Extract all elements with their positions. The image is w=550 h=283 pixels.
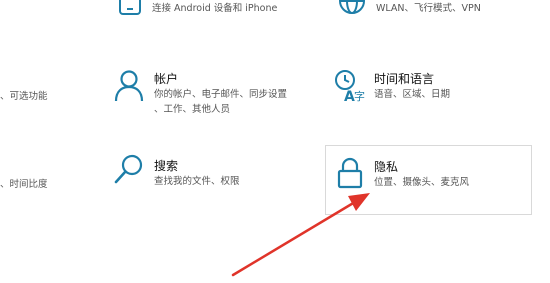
search-title: 搜索 (154, 159, 179, 173)
network-desc: WLAN、飞行模式、VPN (376, 3, 481, 14)
tile-privacy[interactable]: 隐私 位置、摄像头、麦克风 (325, 145, 532, 215)
accounts-desc-line2: 、工作、其他人员 (154, 104, 231, 115)
annotation-arrow (231, 193, 370, 277)
person-icon (112, 68, 146, 102)
search-icon (112, 152, 146, 186)
svg-text:字: 字 (354, 89, 365, 102)
phone-desc: 连接 Android 设备和 iPhone (152, 3, 278, 14)
globe-icon (336, 0, 368, 18)
tile-phone[interactable]: 连接 Android 设备和 iPhone (110, 0, 310, 40)
time-language-icon: A 字 (332, 68, 366, 102)
tile-search[interactable]: 搜索 查找我的文件、权限 (108, 148, 318, 198)
accounts-desc-line1: 你的帐户、电子邮件、同步设置 (154, 89, 288, 100)
search-desc: 查找我的文件、权限 (154, 176, 240, 187)
tile-accounts[interactable]: 帐户 你的帐户、电子邮件、同步设置 、工作、其他人员 (108, 62, 318, 122)
tile-time-language[interactable]: A 字 时间和语言 语音、区域、日期 (328, 62, 528, 112)
accounts-title: 帐户 (154, 72, 179, 86)
phone-icon (116, 0, 144, 16)
lock-icon (336, 156, 364, 190)
time-language-desc: 语音、区域、日期 (374, 89, 451, 100)
time-language-title: 时间和语言 (374, 72, 435, 86)
left-tile-fragment-1: 、可选功能 (0, 91, 48, 102)
privacy-title: 隐私 (374, 160, 399, 174)
tile-network[interactable]: WLAN、飞行模式、VPN (330, 0, 530, 40)
left-tile-fragment-2: 、时间比度 (0, 179, 48, 190)
privacy-desc: 位置、摄像头、麦克风 (374, 177, 470, 188)
